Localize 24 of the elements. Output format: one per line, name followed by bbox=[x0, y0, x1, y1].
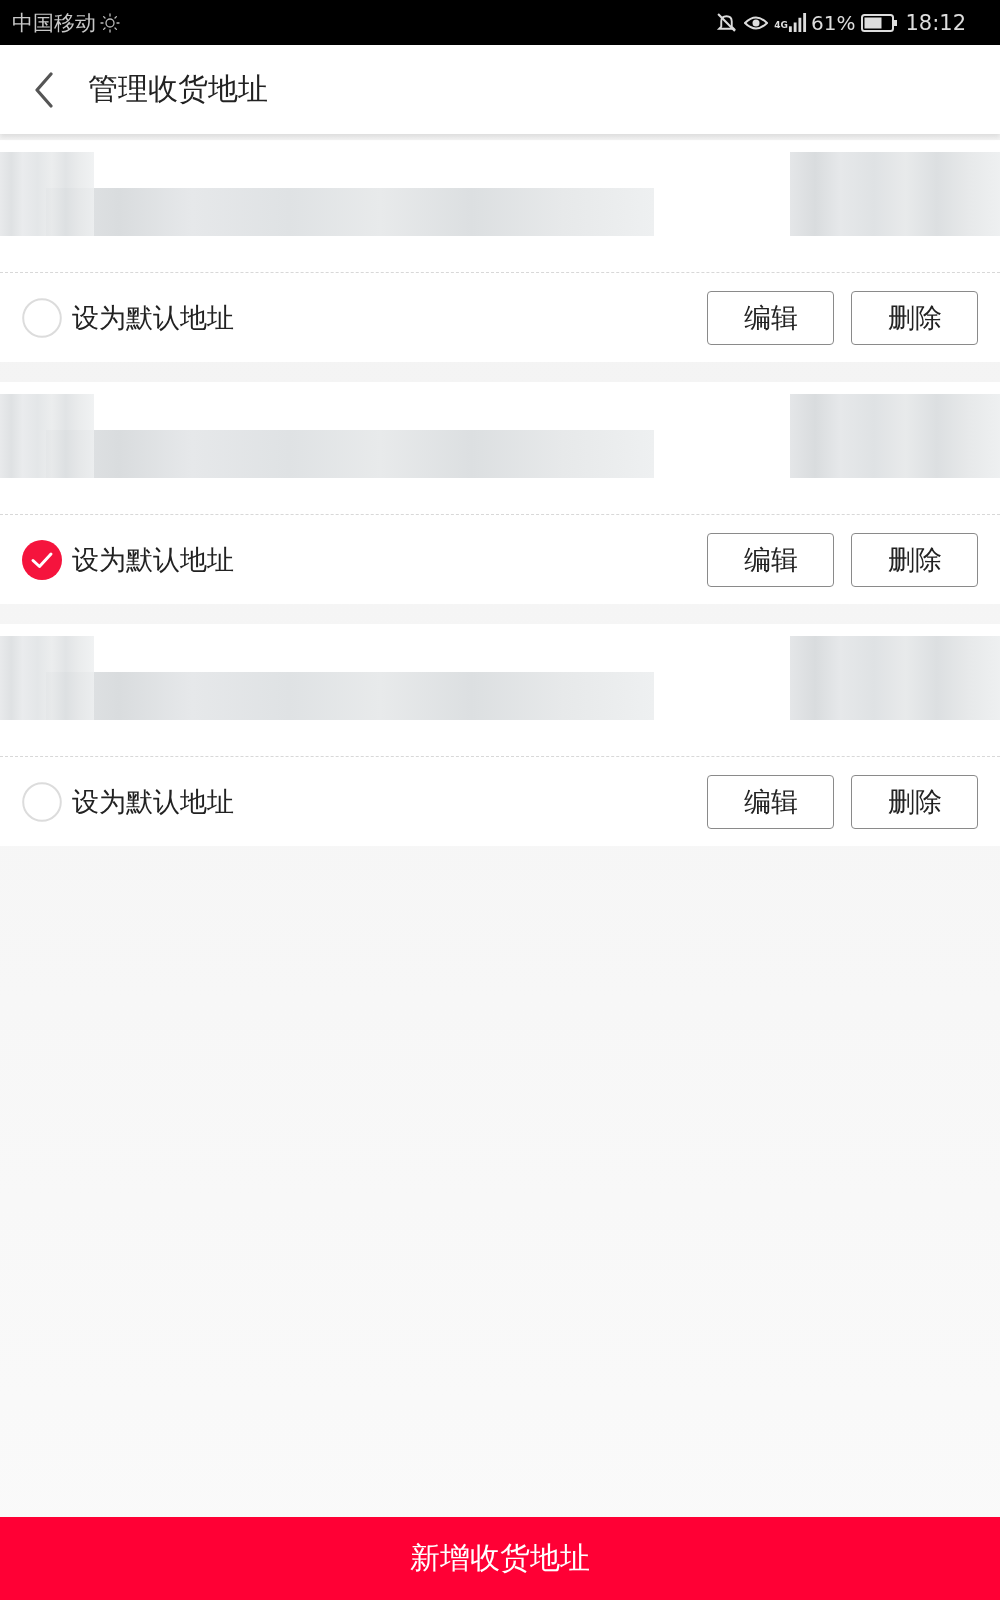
eye-icon bbox=[744, 14, 769, 31]
carrier-name: 中国移动 bbox=[12, 9, 96, 37]
edit-button[interactable]: 编辑 bbox=[707, 290, 834, 345]
edit-button[interactable]: 编辑 bbox=[707, 532, 834, 587]
edit-button[interactable]: 编辑 bbox=[707, 774, 834, 829]
page-title: 管理收货地址 bbox=[88, 70, 268, 108]
radio-button[interactable] bbox=[22, 539, 62, 580]
back-icon bbox=[34, 71, 54, 108]
battery-percent: 61% bbox=[811, 10, 856, 35]
set-default-label: 设为默认地址 bbox=[72, 300, 234, 335]
bell-slash-icon bbox=[716, 12, 738, 33]
add-address-button[interactable]: 新增收货地址 bbox=[0, 1517, 1000, 1600]
radio-button[interactable] bbox=[22, 297, 62, 338]
network-type: 4G bbox=[774, 20, 788, 30]
set-default-label: 设为默认地址 bbox=[72, 542, 234, 577]
clock-time: 18:12 bbox=[905, 10, 966, 35]
delete-button[interactable]: 删除 bbox=[851, 774, 978, 829]
battery-icon bbox=[861, 13, 898, 32]
delete-button[interactable]: 删除 bbox=[851, 290, 978, 345]
signal-icon bbox=[788, 13, 807, 32]
brightness-icon bbox=[100, 12, 120, 33]
set-default-label: 设为默认地址 bbox=[72, 784, 234, 819]
radio-button[interactable] bbox=[22, 781, 62, 822]
delete-button[interactable]: 删除 bbox=[851, 532, 978, 587]
